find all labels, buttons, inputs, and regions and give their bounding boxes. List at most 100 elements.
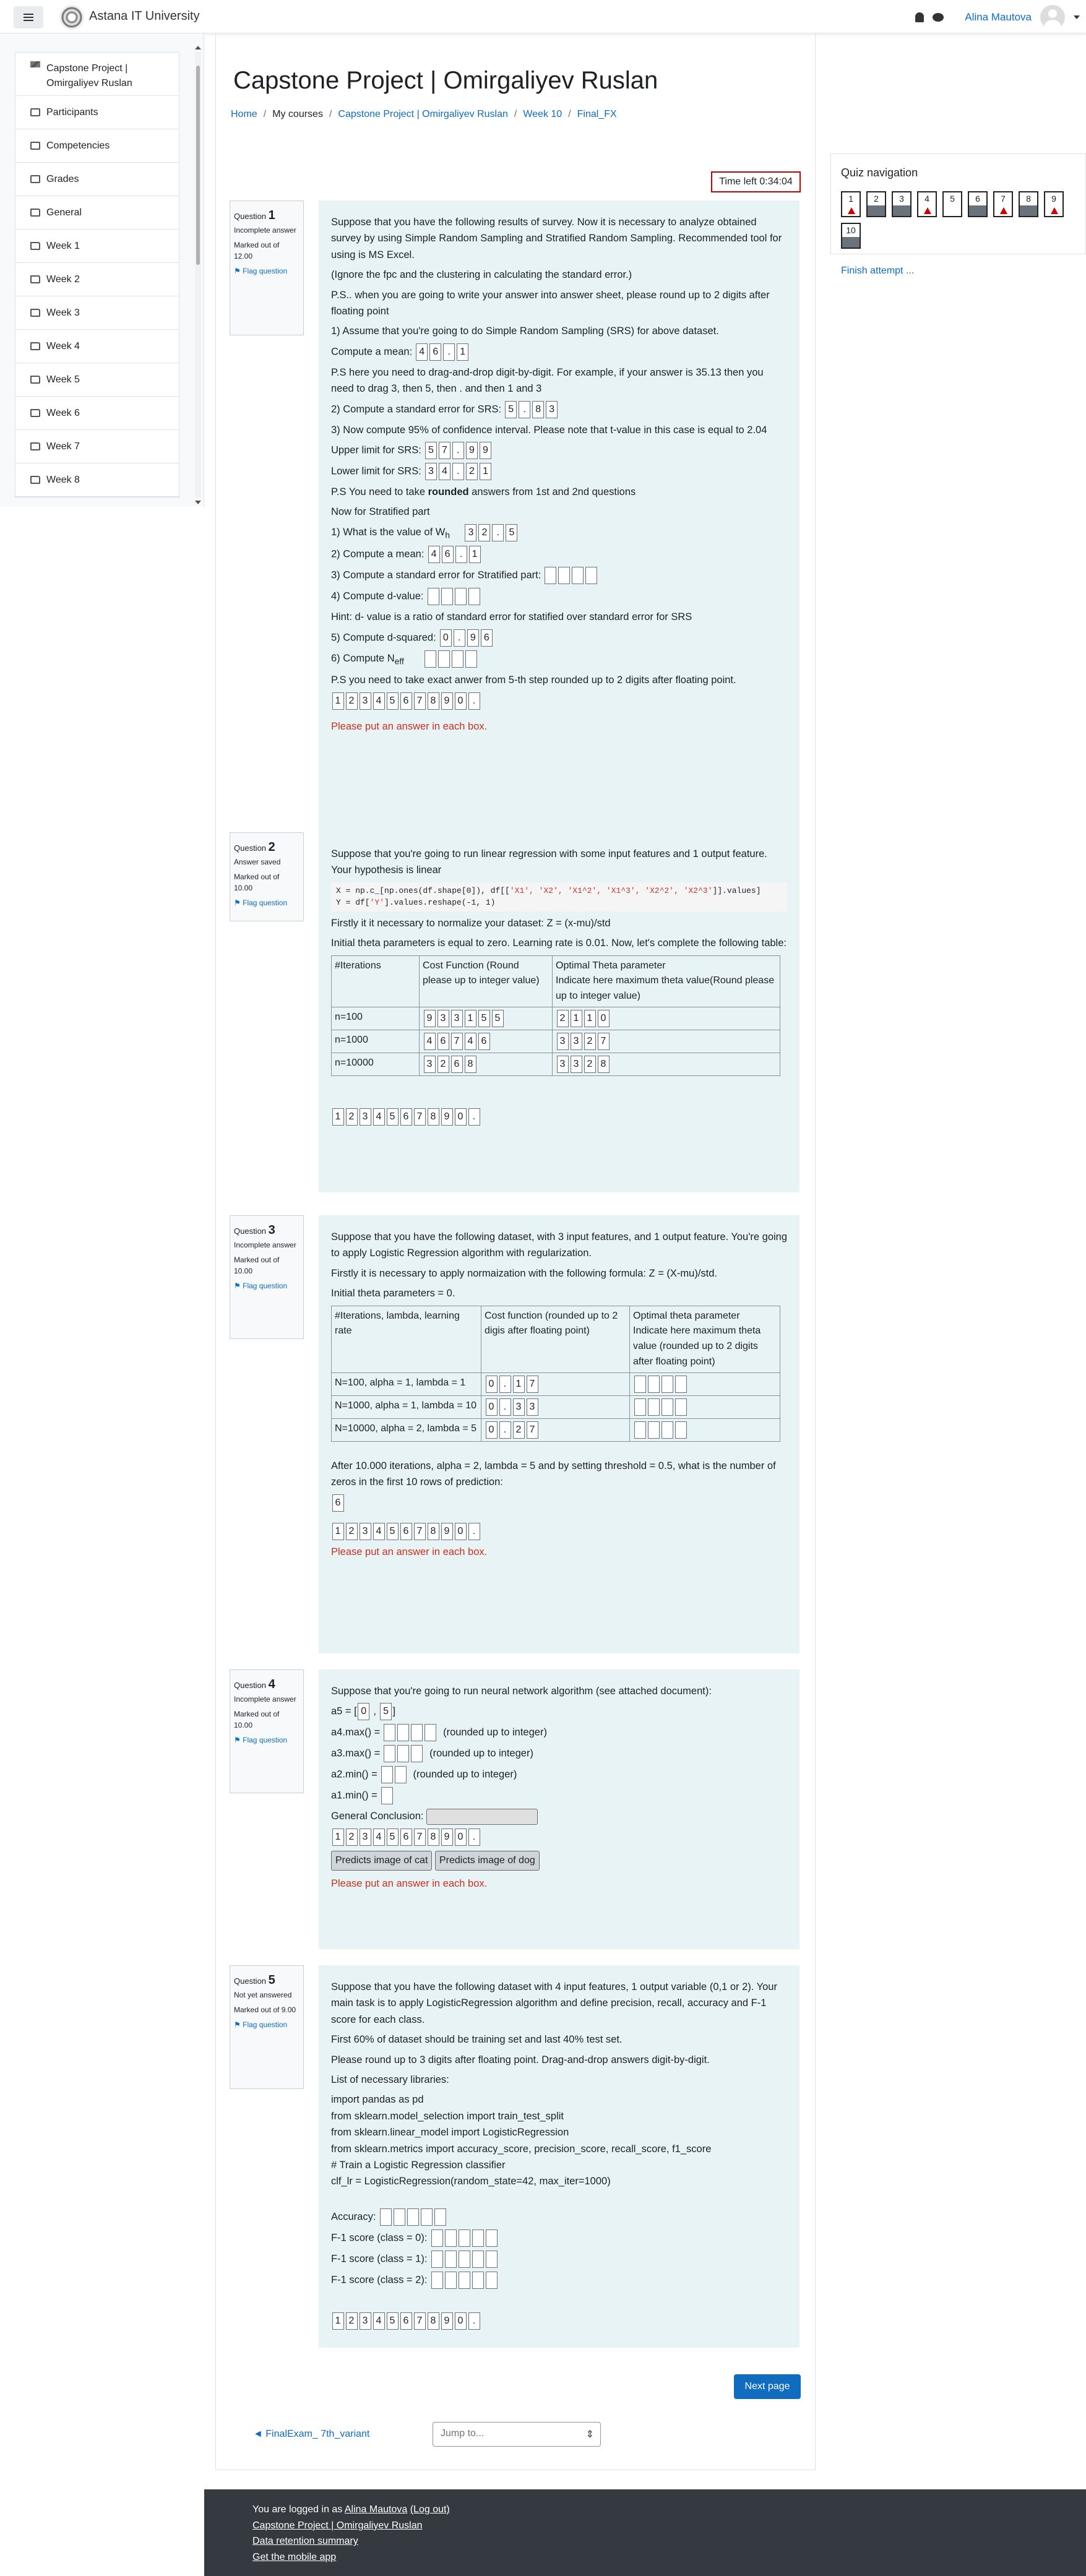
drop-box[interactable] (458, 2229, 470, 2247)
quiz-nav-button[interactable]: 9 (1044, 191, 1064, 217)
drop-box[interactable] (424, 650, 437, 668)
draggable-digit[interactable]: 2 (345, 1108, 358, 1126)
drop-box[interactable] (465, 650, 478, 668)
predicts-cat-option[interactable]: Predicts image of cat (331, 1851, 433, 1871)
drop-box[interactable] (468, 588, 480, 606)
quiz-nav-button[interactable]: 10 (841, 223, 861, 249)
drop-box[interactable] (452, 650, 464, 668)
flag-question-link[interactable]: ⚑ Flag question (234, 1734, 300, 1746)
draggable-digit[interactable]: 1 (332, 2312, 344, 2330)
drop-box[interactable]: 3 (570, 1032, 582, 1050)
drop-box[interactable]: 7 (526, 1421, 538, 1439)
drop-box[interactable]: 8 (464, 1055, 476, 1073)
draggable-digit[interactable]: 5 (386, 692, 399, 710)
draggable-digit[interactable]: 4 (373, 1829, 385, 1846)
drop-box[interactable]: 3 (512, 1398, 525, 1416)
drawer-scroll-thumb[interactable] (196, 66, 200, 265)
drop-box[interactable] (647, 1375, 660, 1393)
drop-box[interactable] (661, 1421, 673, 1439)
draggable-digit[interactable]: 4 (373, 1522, 385, 1540)
logout-link[interactable]: (Log out) (410, 2504, 450, 2515)
drawer-item[interactable]: Week 7 (15, 430, 179, 463)
chevron-down-icon[interactable] (1074, 15, 1080, 19)
drop-box[interactable] (393, 2208, 405, 2226)
drop-box[interactable]: 7 (438, 441, 450, 459)
drop-box[interactable]: 2 (465, 462, 478, 480)
drop-box[interactable]: 3 (423, 1055, 436, 1073)
drop-box[interactable]: 7 (526, 1375, 538, 1393)
draggable-digit[interactable]: 7 (413, 692, 426, 710)
next-page-button[interactable]: Next page (734, 2374, 801, 2399)
drawer-item[interactable]: Week 6 (15, 397, 179, 430)
drop-box[interactable]: 2 (584, 1055, 596, 1073)
drop-box[interactable] (485, 2271, 498, 2289)
site-name[interactable]: Astana IT University (89, 9, 200, 24)
drop-box[interactable]: 1 (570, 1009, 582, 1027)
drop-box[interactable] (444, 2229, 457, 2247)
drop-box[interactable]: 8 (532, 400, 545, 418)
drop-box[interactable] (647, 1398, 660, 1416)
drop-box[interactable]: 3 (556, 1032, 569, 1050)
quiz-nav-button[interactable]: 8 (1019, 191, 1038, 217)
avatar[interactable] (1040, 5, 1065, 30)
drop-box[interactable]: 1 (457, 343, 469, 361)
drop-box[interactable]: 3 (556, 1055, 569, 1073)
drop-box[interactable]: 4 (428, 546, 440, 564)
draggable-digit[interactable]: 5 (386, 1522, 399, 1540)
drop-box[interactable] (634, 1421, 646, 1439)
drawer-item[interactable]: Week 2 (15, 263, 179, 296)
drop-box[interactable] (661, 1398, 673, 1416)
drop-box[interactable]: 9 (479, 441, 491, 459)
flag-question-link[interactable]: ⚑ Flag question (234, 2019, 300, 2030)
draggable-digit[interactable]: 4 (373, 2312, 385, 2330)
drop-box[interactable]: 1 (464, 1009, 476, 1027)
drop-box[interactable] (379, 2208, 392, 2226)
draggable-digit[interactable]: . (468, 1108, 480, 1126)
draggable-digit[interactable]: 3 (359, 1829, 371, 1846)
drop-box[interactable]: 6 (478, 1032, 490, 1050)
draggable-digit[interactable]: 3 (359, 2312, 371, 2330)
drop-box[interactable]: 2 (512, 1421, 525, 1439)
drop-box[interactable] (441, 588, 453, 606)
draggable-digit[interactable]: 9 (441, 2312, 453, 2330)
drop-box[interactable] (558, 567, 571, 585)
quiz-nav-button[interactable]: 2 (866, 191, 886, 217)
drop-box[interactable]: 4 (438, 462, 450, 480)
draggable-digit[interactable]: 2 (345, 1829, 358, 1846)
drawer-item[interactable]: Competencies (15, 129, 179, 163)
draggable-digit[interactable]: 3 (359, 1108, 371, 1126)
drop-box[interactable]: . (452, 462, 464, 480)
drop-box[interactable] (427, 588, 439, 606)
drop-box[interactable]: 0 (358, 1703, 370, 1721)
draggable-digit[interactable]: 5 (386, 1108, 399, 1126)
draggable-digit[interactable]: 8 (427, 1108, 439, 1126)
drop-box[interactable]: 5 (491, 1009, 504, 1027)
breadcrumb-home[interactable]: Home (231, 109, 257, 120)
drop-box[interactable]: 1 (512, 1375, 525, 1393)
quiz-nav-button[interactable]: 3 (892, 191, 911, 217)
flag-question-link[interactable]: ⚑ Flag question (234, 265, 300, 277)
drop-box[interactable] (472, 2271, 484, 2289)
draggable-digit[interactable]: 6 (400, 692, 412, 710)
draggable-digit[interactable]: 0 (454, 2312, 467, 2330)
draggable-digit[interactable]: 0 (454, 1829, 467, 1846)
drop-box[interactable]: 4 (416, 343, 428, 361)
drop-box[interactable]: 3 (424, 462, 437, 480)
drop-box[interactable]: 5 (505, 400, 517, 418)
draggable-digit[interactable]: 1 (332, 692, 344, 710)
drop-box[interactable] (485, 2250, 498, 2268)
drop-box[interactable]: . (499, 1421, 511, 1439)
previous-activity-link[interactable]: ◄ FinalExam_ 7th_variant (253, 2429, 369, 2440)
drop-box[interactable]: 1 (468, 546, 481, 564)
finish-attempt-link[interactable]: Finish attempt ... (841, 265, 914, 277)
drop-box[interactable]: . (499, 1375, 511, 1393)
draggable-digit[interactable]: 0 (454, 1108, 467, 1126)
draggable-digit[interactable]: 7 (413, 2312, 426, 2330)
quiz-nav-button[interactable]: 7 (993, 191, 1013, 217)
draggable-digit[interactable]: 9 (441, 692, 453, 710)
draggable-digit[interactable]: 7 (413, 1829, 426, 1846)
drop-box[interactable]: 0 (485, 1375, 498, 1393)
drop-box[interactable] (674, 1375, 687, 1393)
drawer-item[interactable]: Week 1 (15, 230, 179, 263)
drop-box[interactable] (585, 567, 598, 585)
